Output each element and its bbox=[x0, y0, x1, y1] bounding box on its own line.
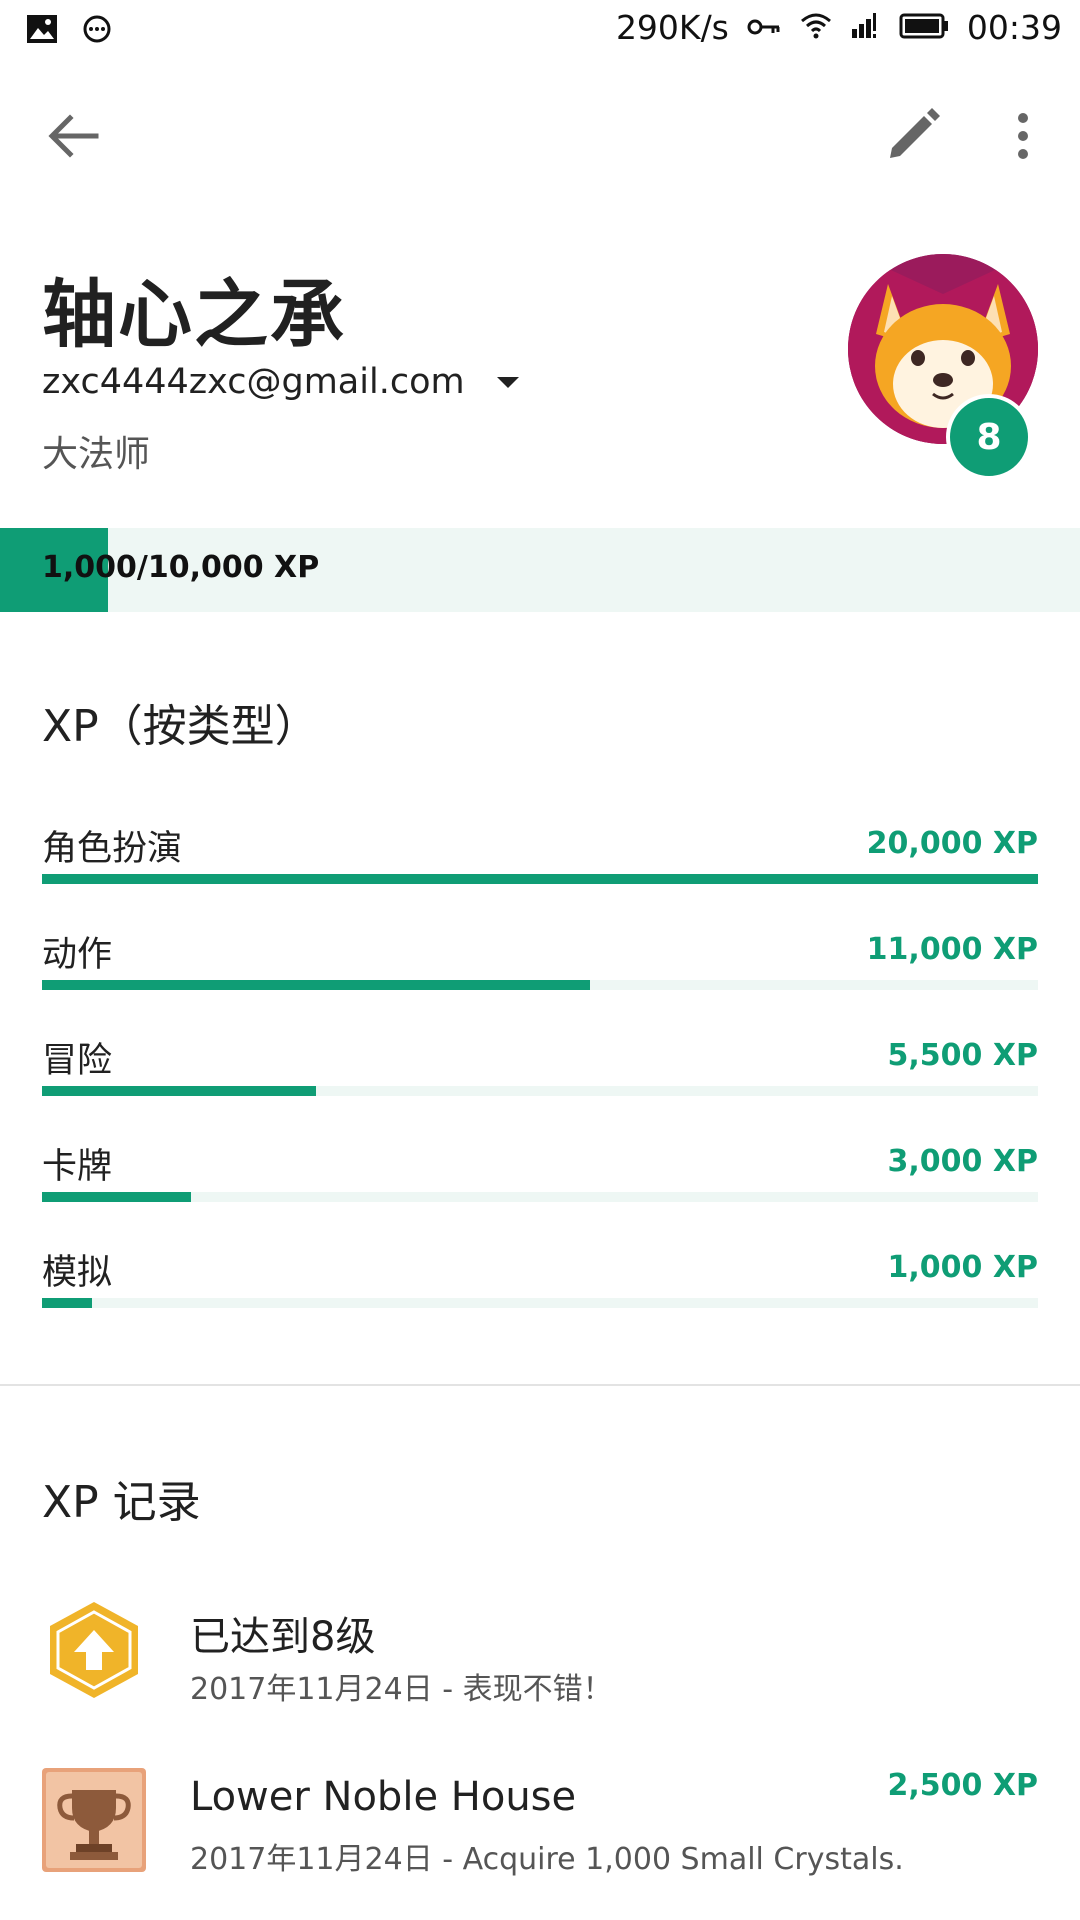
history-item-xp: 2,500 XP bbox=[887, 1768, 1038, 1803]
battery-icon bbox=[899, 8, 949, 47]
xp-type-bar-fill bbox=[42, 874, 1038, 884]
history-item-title: Lower Noble House bbox=[190, 1774, 577, 1820]
xp-type-value: 3,000 XP bbox=[887, 1144, 1038, 1179]
image-icon bbox=[26, 14, 58, 48]
chat-icon bbox=[82, 14, 112, 48]
xp-type-value: 5,500 XP bbox=[887, 1038, 1038, 1073]
dropdown-arrow-icon bbox=[496, 376, 519, 388]
arrow-back-icon bbox=[40, 114, 110, 170]
signal-icon bbox=[851, 8, 881, 47]
network-speed: 290K/s bbox=[615, 8, 729, 47]
xp-type-row: 模拟 1,000 XP bbox=[42, 1244, 1038, 1334]
xp-progress-bar: 1,000/10,000 XP bbox=[0, 528, 1080, 612]
xp-type-row: 角色扮演 20,000 XP bbox=[42, 820, 1038, 910]
xp-by-type-title: XP（按类型） bbox=[42, 701, 319, 752]
xp-type-bar-track bbox=[42, 980, 1038, 990]
edit-button[interactable] bbox=[880, 104, 944, 168]
key-icon bbox=[747, 8, 781, 47]
xp-history-title: XP 记录 bbox=[42, 1477, 201, 1528]
history-item-level-up[interactable]: 已达到8级 2017年11月24日 - 表现不错！ bbox=[42, 1598, 1038, 1708]
xp-type-bar-track bbox=[42, 1086, 1038, 1096]
account-email: zxc4444zxc@gmail.com bbox=[42, 362, 465, 402]
xp-type-row: 动作 11,000 XP bbox=[42, 926, 1038, 1016]
xp-type-label: 动作 bbox=[42, 935, 113, 975]
more-options-button[interactable] bbox=[998, 104, 1048, 168]
xp-type-label: 冒险 bbox=[42, 1041, 113, 1081]
xp-type-label: 卡牌 bbox=[42, 1147, 113, 1187]
clock: 00:39 bbox=[966, 8, 1062, 47]
xp-type-bar-track bbox=[42, 1192, 1038, 1202]
xp-progress-text: 1,000/10,000 XP bbox=[42, 550, 320, 585]
history-item-subtitle: 2017年11月24日 - 表现不错！ bbox=[190, 1672, 613, 1707]
xp-type-value: 11,000 XP bbox=[866, 932, 1038, 967]
top-app-bar bbox=[0, 92, 1080, 182]
divider bbox=[0, 1384, 1080, 1386]
xp-type-row: 冒险 5,500 XP bbox=[42, 1032, 1038, 1122]
xp-type-label: 角色扮演 bbox=[42, 829, 183, 869]
xp-type-bar-fill bbox=[42, 1192, 191, 1202]
level-badge: 8 bbox=[946, 394, 1032, 480]
status-bar: 290K/s 00:39 bbox=[0, 0, 1080, 62]
xp-type-label: 模拟 bbox=[42, 1253, 113, 1293]
wifi-icon bbox=[799, 8, 833, 47]
xp-type-bar-track bbox=[42, 874, 1038, 884]
pencil-icon bbox=[880, 108, 944, 172]
xp-type-row: 卡牌 3,000 XP bbox=[42, 1138, 1038, 1228]
xp-type-value: 1,000 XP bbox=[887, 1250, 1038, 1285]
level-up-hexagon-icon bbox=[42, 1598, 146, 1702]
player-title: 大法师 bbox=[42, 434, 151, 475]
history-item-title: 已达到8级 bbox=[190, 1614, 376, 1660]
history-item-subtitle: 2017年11月24日 - Acquire 1,000 Small Crysta… bbox=[190, 1842, 904, 1877]
trophy-icon bbox=[42, 1768, 146, 1872]
xp-type-bar-track bbox=[42, 1298, 1038, 1308]
xp-type-bar-fill bbox=[42, 1298, 92, 1308]
xp-type-bar-fill bbox=[42, 980, 590, 990]
account-switcher[interactable]: zxc4444zxc@gmail.com bbox=[42, 362, 519, 402]
xp-type-value: 20,000 XP bbox=[866, 826, 1038, 861]
back-button[interactable] bbox=[40, 106, 110, 166]
xp-type-bar-fill bbox=[42, 1086, 316, 1096]
history-item-achievement[interactable]: Lower Noble House 2017年11月24日 - Acquire … bbox=[42, 1768, 1038, 1878]
profile-name: 轴心之承 bbox=[42, 272, 346, 358]
more-vert-icon bbox=[998, 113, 1048, 172]
